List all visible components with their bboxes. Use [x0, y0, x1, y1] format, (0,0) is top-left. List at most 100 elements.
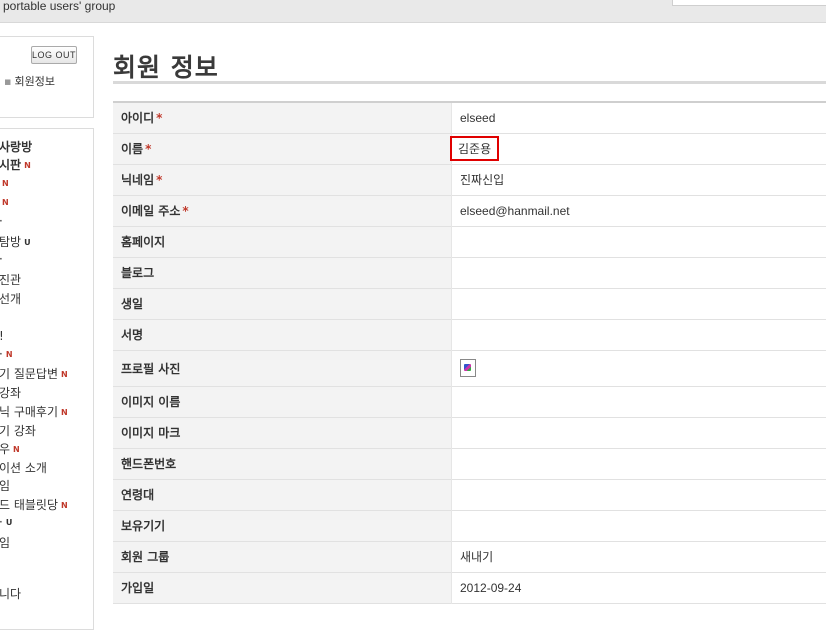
field-label: 가입일 — [113, 572, 452, 603]
new-badge: N — [2, 198, 9, 207]
sidebar-menu-label: 탐방 — [0, 235, 21, 249]
sidebar-menu-label: · — [0, 515, 3, 529]
sidebar-menu-item[interactable]: ·N — [0, 347, 13, 361]
field-value-text: elseed@hanmail.net — [460, 204, 570, 218]
sidebar-menu-label: · — [0, 214, 3, 228]
sidebar-menu-label: 이션 소개 — [0, 461, 47, 475]
sidebar-menu-label: 선개 — [0, 292, 21, 306]
sidebar-menu-label: 진관 — [0, 273, 21, 287]
field-value — [452, 319, 826, 350]
field-label: 서명 — [113, 319, 452, 350]
table-row: 블로그 — [113, 257, 826, 288]
top-banner: portable users' group — [0, 0, 826, 23]
table-row: 이름*김준용 — [113, 133, 826, 164]
sidebar-menu-item[interactable]: 니다 — [0, 585, 21, 602]
field-label: 홈페이지 — [113, 226, 452, 257]
field-value: 김준용 — [452, 133, 826, 164]
sidebar-menu-item[interactable]: · — [0, 214, 3, 228]
sidebar-menu-label: 임 — [0, 479, 10, 493]
sidebar-menu-item[interactable]: · — [0, 252, 3, 266]
top-search-input[interactable] — [672, 0, 826, 6]
sidebar-menu-label: · — [0, 347, 3, 361]
field-value-text: 김준용 — [450, 136, 499, 161]
sidebar-menu-item[interactable]: 임 — [0, 534, 10, 551]
sidebar-menu-item[interactable]: 강좌 — [0, 384, 21, 401]
field-value: 2012-09-24 — [452, 572, 826, 603]
field-label-text: 가입일 — [121, 581, 154, 595]
sidebar-menu-label: 사랑방 — [0, 140, 32, 154]
sidebar-menu-item[interactable]: N — [0, 176, 9, 190]
sidebar-menu-item[interactable]: 이션 소개 — [0, 459, 47, 476]
field-value — [452, 350, 826, 386]
field-value-text: 새내기 — [460, 550, 493, 564]
required-mark: * — [156, 111, 162, 125]
table-row: 보유기기 — [113, 510, 826, 541]
sidebar-menu-item[interactable]: 기 질문답변N — [0, 365, 68, 382]
sidebar-menu: 사랑방시판NNN·탐방U·진관선개!·N기 질문답변N강좌닉 구매후기N기 강좌… — [0, 128, 94, 630]
bullet-icon: ▪ — [4, 75, 11, 88]
table-row: 가입일 2012-09-24 — [113, 572, 826, 603]
table-row: 생일 — [113, 288, 826, 319]
sidebar-menu-item[interactable]: 선개 — [0, 290, 21, 307]
field-label: 블로그 — [113, 257, 452, 288]
new-badge: N — [2, 179, 9, 188]
sidebar-menu-item[interactable]: ! — [0, 329, 4, 343]
field-label: 연령대 — [113, 479, 452, 510]
field-label-text: 아이디 — [121, 111, 154, 125]
field-value — [452, 288, 826, 319]
login-panel: LOG OUT ▪회원정보 — [0, 36, 94, 118]
sidebar-menu-item[interactable]: 시판N — [0, 156, 31, 173]
sidebar-menu-label: 기 강좌 — [0, 424, 36, 438]
sidebar-menu-label: 드 태블릿당 — [0, 498, 58, 512]
sidebar-menu-item[interactable]: 사랑방 — [0, 138, 32, 155]
table-row: 핸드폰번호 — [113, 448, 826, 479]
field-label: 프로필 사진 — [113, 350, 452, 386]
table-row: 연령대 — [113, 479, 826, 510]
field-label-text: 생일 — [121, 297, 143, 311]
member-info-link[interactable]: ▪회원정보 — [4, 73, 55, 89]
updated-badge: U — [6, 518, 13, 527]
field-value — [452, 386, 826, 417]
table-row: 프로필 사진 — [113, 350, 826, 386]
field-label: 아이디* — [113, 102, 452, 133]
field-label: 이메일 주소* — [113, 195, 452, 226]
field-label: 이름* — [113, 133, 452, 164]
sidebar-menu-label: 니다 — [0, 587, 21, 601]
logout-button[interactable]: LOG OUT — [31, 46, 77, 64]
field-value — [452, 226, 826, 257]
field-label-text: 이메일 주소 — [121, 204, 180, 218]
sidebar-menu-item[interactable]: 우N — [0, 440, 20, 457]
field-label: 닉네임* — [113, 164, 452, 195]
sidebar-menu-item[interactable]: 기 강좌 — [0, 422, 36, 439]
field-label-text: 보유기기 — [121, 519, 165, 533]
sidebar-menu-item[interactable]: 진관 — [0, 271, 21, 288]
field-value — [452, 448, 826, 479]
field-value: elseed@hanmail.net — [452, 195, 826, 226]
field-label-text: 회원 그룹 — [121, 550, 169, 564]
sidebar-menu-item[interactable]: 드 태블릿당N — [0, 496, 68, 513]
table-row: 이미지 마크 — [113, 417, 826, 448]
table-row: 회원 그룹 새내기 — [113, 541, 826, 572]
table-row: 홈페이지 — [113, 226, 826, 257]
sidebar-menu-item[interactable]: 임 — [0, 477, 10, 494]
new-badge: N — [6, 350, 13, 359]
sidebar-menu-item[interactable]: N — [0, 195, 9, 209]
sidebar-menu-item[interactable]: ·U — [0, 515, 12, 529]
sidebar-menu-item[interactable]: 탐방U — [0, 233, 31, 250]
field-value: 진짜신입 — [452, 164, 826, 195]
field-label-text: 이미지 이름 — [121, 395, 180, 409]
required-mark: * — [182, 204, 188, 218]
field-label: 이미지 이름 — [113, 386, 452, 417]
field-label-text: 핸드폰번호 — [121, 457, 176, 471]
sidebar-menu-label: 닉 구매후기 — [0, 405, 58, 419]
sidebar-menu-label: 강좌 — [0, 386, 21, 400]
sidebar-menu-label: 기 질문답변 — [0, 367, 58, 381]
field-value-text: elseed — [460, 111, 495, 125]
field-label-text: 이름 — [121, 142, 143, 156]
sidebar-menu-item[interactable]: 닉 구매후기N — [0, 403, 68, 420]
new-badge: N — [61, 501, 68, 510]
field-value — [452, 479, 826, 510]
field-label: 생일 — [113, 288, 452, 319]
member-info-label: 회원정보 — [14, 75, 54, 88]
table-row: 이미지 이름 — [113, 386, 826, 417]
